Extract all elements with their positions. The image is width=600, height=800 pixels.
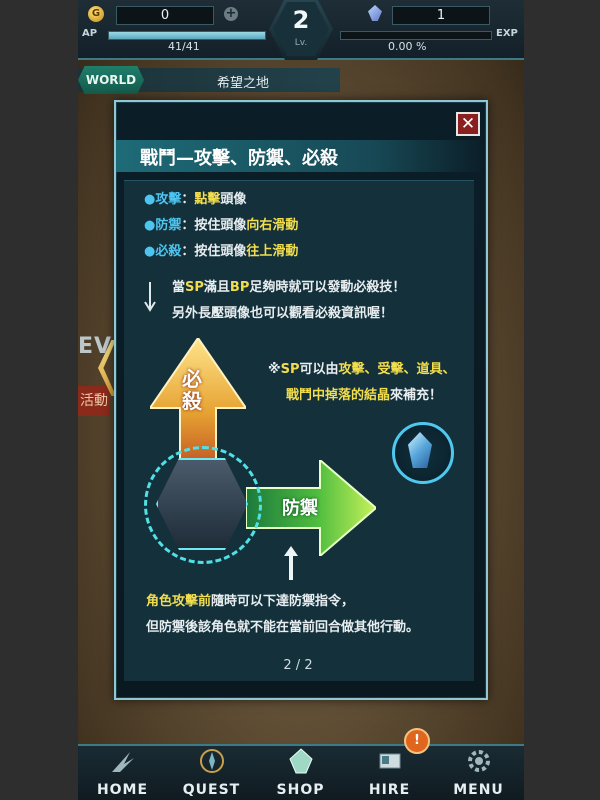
tip-line-2: 但防禦後該角色就不能在當前回合做其他行動。 [146,620,420,635]
nav-hire-label: HIRE [368,782,411,798]
nav-shop-label: SHOP [276,782,325,798]
sp-line-2: 另外長壓頭像也可以觀看必殺資訊喔！ [172,306,394,321]
exp-value: 0.00 % [388,40,427,53]
home-wing-icon [112,752,134,772]
ap-value: 41/41 [168,40,200,53]
bullet-defend: ●防禦：按住頭像向右滑動 [144,218,299,233]
ap-bar [108,31,266,40]
compass-icon [200,749,224,773]
tip-line-1: 角色攻擊前隨時可以下達防禦指令， [146,594,355,609]
bullet-attack: ●攻擊：點擊頭像 [144,192,247,207]
ap-label: AP [82,28,98,39]
nav-home-label: HOME [96,782,149,798]
dialog-title: 戰鬥—攻擊、防禦、必殺 [140,148,338,169]
card-hire-icon [379,753,401,769]
bullet-special: ●必殺：按住頭像往上滑動 [144,244,299,259]
world-tag[interactable]: WORLD [78,66,144,94]
crystal-shop-icon [289,748,313,774]
up-arrow-icon [284,546,298,580]
level-number: 2 [292,6,310,34]
nav-quest[interactable]: QUEST [167,744,256,800]
world-name: 希望之地 [216,76,269,91]
gold-count: 0 [116,6,214,25]
gear-icon [468,750,490,772]
left-border [0,0,78,800]
nav-home[interactable]: HOME [78,744,167,800]
crystal-count: 1 [392,6,490,25]
sp-line-1: 當SP滿且BP足夠時就可以發動必殺技！ [172,280,406,295]
special-label: 必殺 [182,367,202,413]
right-border [524,0,600,800]
nav-quest-label: QUEST [182,782,241,798]
nav-menu-label: MENU [453,782,504,798]
close-button[interactable]: ✕ [456,112,480,136]
defend-label: 防禦 [282,498,318,519]
event-red-tag: 活動 [78,386,110,416]
add-gold-icon[interactable]: + [224,7,238,21]
exp-label: EXP [496,28,518,39]
level-label: Lv. [294,38,308,48]
nav-shop[interactable]: SHOP [256,744,345,800]
game-screen: G 0 + 1 AP 41/41 2 Lv. EXP 0.00 % WORLD … [78,0,524,800]
gold-coin-icon: G [88,6,104,22]
nav-menu[interactable]: MENU [434,744,523,800]
sp-note-1: ※SP可以由攻擊、受擊、道具、 [268,362,456,377]
hire-notification-badge: ! [404,728,430,754]
ap-bar-fill [109,32,265,39]
page-indicator: 2 / 2 [283,658,313,673]
exp-bar [340,31,492,40]
sp-note-2: 戰鬥中掉落的結晶來補充！ [286,388,443,403]
down-arrow-icon [144,282,156,312]
